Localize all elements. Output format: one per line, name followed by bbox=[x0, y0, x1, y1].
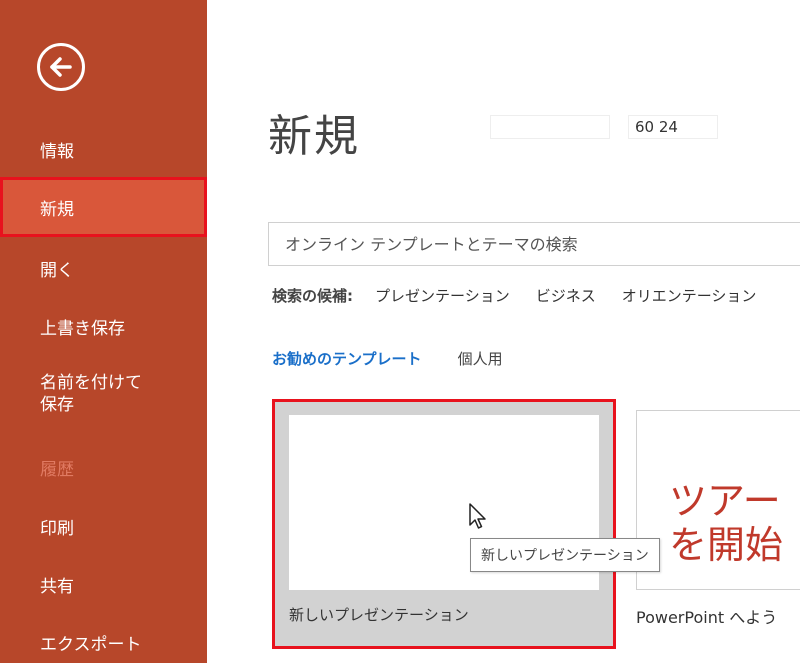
sidebar-item-export[interactable]: エクスポート bbox=[0, 614, 207, 670]
sidebar-item-info[interactable]: 情報 bbox=[0, 121, 207, 177]
template-tooltip: 新しいプレゼンテーション bbox=[470, 538, 660, 572]
sidebar-item-label: エクスポート bbox=[40, 634, 142, 655]
tour-thumbnail-text: ツアー を開始 bbox=[669, 479, 784, 567]
template-tabs: お勧めのテンプレート 個人用 bbox=[272, 348, 539, 369]
template-blank-presentation[interactable]: 新しいプレゼンテーション bbox=[272, 399, 616, 649]
template-search-input[interactable] bbox=[283, 233, 800, 255]
sidebar-item-save[interactable]: 上書き保存 bbox=[0, 298, 207, 354]
template-tour[interactable]: ツアー を開始 bbox=[636, 410, 800, 590]
sidebar-item-share[interactable]: 共有 bbox=[0, 556, 207, 612]
sidebar-item-label: 開く bbox=[40, 260, 74, 281]
template-tour-caption: PowerPoint へよう bbox=[636, 608, 778, 627]
back-button[interactable] bbox=[37, 43, 85, 91]
sidebar-item-save-as[interactable]: 名前を付けて 保存 bbox=[0, 364, 207, 424]
title-number-field: 60 24 bbox=[628, 115, 718, 139]
template-search-box[interactable] bbox=[268, 222, 800, 266]
sidebar-item-history: 履歴 bbox=[0, 439, 207, 495]
sidebar-item-label: 共有 bbox=[40, 576, 74, 597]
tab-featured[interactable]: お勧めのテンプレート bbox=[272, 348, 422, 369]
sidebar-item-label: 名前を付けて 保存 bbox=[40, 373, 142, 415]
tab-personal[interactable]: 個人用 bbox=[458, 348, 503, 369]
sidebar-item-label: 印刷 bbox=[40, 518, 74, 539]
suggestions-label: 検索の候補: bbox=[272, 286, 353, 305]
sidebar-item-print[interactable]: 印刷 bbox=[0, 498, 207, 554]
back-arrow-icon bbox=[50, 57, 72, 77]
template-caption: 新しいプレゼンテーション bbox=[289, 606, 469, 624]
sidebar-item-label: 上書き保存 bbox=[40, 318, 125, 339]
suggestion-link-orientation[interactable]: オリエンテーション bbox=[622, 285, 757, 306]
sidebar: 情報 新規 開く 上書き保存 名前を付けて 保存 履歴 印刷 共有 エクスポート bbox=[0, 0, 207, 663]
sidebar-item-new[interactable]: 新規 bbox=[0, 177, 207, 237]
mouse-cursor-icon bbox=[469, 503, 486, 529]
sidebar-item-label: 情報 bbox=[40, 141, 74, 162]
search-suggestions: 検索の候補: プレゼンテーション ビジネス オリエンテーション bbox=[272, 284, 782, 306]
sidebar-item-label: 新規 bbox=[40, 199, 74, 220]
suggestion-link-business[interactable]: ビジネス bbox=[536, 285, 596, 306]
title-blank-field bbox=[490, 115, 610, 139]
sidebar-item-label: 履歴 bbox=[40, 459, 74, 480]
page-title: 新規 bbox=[268, 111, 360, 162]
sidebar-item-open[interactable]: 開く bbox=[0, 240, 207, 296]
suggestion-link-presentation[interactable]: プレゼンテーション bbox=[375, 285, 510, 306]
